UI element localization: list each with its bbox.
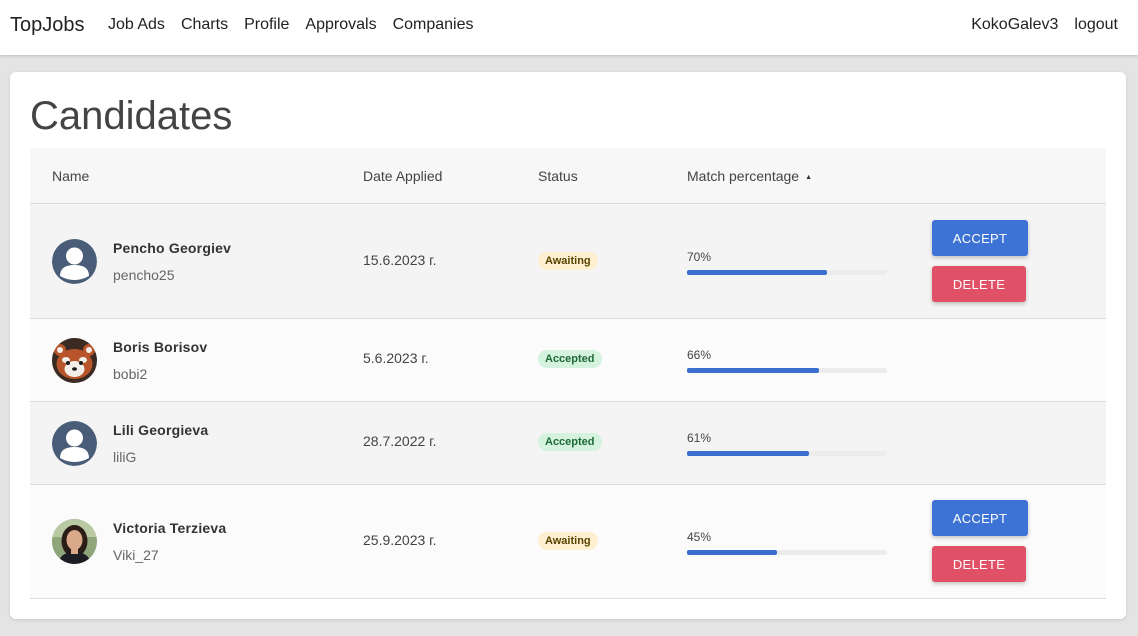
candidate-username: liliG — [113, 449, 137, 465]
table-header: Name Date Applied Status Match percentag… — [30, 148, 1106, 204]
table-row: Victoria Terzieva Viki_27 25.9.2023 г. A… — [30, 485, 1106, 599]
table-row: Lili Georgieva liliG 28.7.2022 г. Accept… — [30, 402, 1106, 485]
match-progress-fill — [687, 550, 777, 555]
match-percentage-label: 61% — [687, 431, 712, 445]
candidate-name: Pencho Georgiev — [113, 240, 232, 256]
status-badge: Accepted — [538, 433, 602, 451]
status-badge: Accepted — [538, 350, 602, 368]
column-header-name[interactable]: Name — [52, 168, 89, 184]
match-progress-bar — [687, 368, 887, 373]
date-applied: 25.9.2023 г. — [363, 532, 437, 548]
date-applied: 5.6.2023 г. — [363, 350, 429, 366]
nav-link-profile[interactable]: Profile — [244, 16, 289, 34]
status-badge: Awaiting — [538, 532, 598, 550]
woman-portrait-avatar-icon — [52, 519, 97, 564]
candidate-username: pencho25 — [113, 267, 175, 283]
sort-ascending-icon: ▲ — [805, 174, 813, 181]
match-progress-bar — [687, 550, 887, 555]
candidate-username: bobi2 — [113, 366, 148, 382]
nav-link-charts[interactable]: Charts — [181, 16, 228, 34]
column-header-status[interactable]: Status — [538, 168, 578, 184]
match-percentage-label: 70% — [687, 250, 712, 264]
top-navbar: TopJobs Job Ads Charts Profile Approvals… — [0, 0, 1138, 55]
accept-button[interactable]: ACCEPT — [932, 500, 1028, 536]
table-row: Pencho Georgiev pencho25 15.6.2023 г. Aw… — [30, 204, 1106, 319]
candidate-name: Victoria Terzieva — [113, 520, 227, 536]
match-percentage-label: 45% — [687, 530, 712, 544]
column-header-match-label: Match percentage — [687, 168, 800, 184]
candidates-card: Candidates Name Date Applied Status Matc… — [10, 72, 1126, 619]
match-percentage-label: 66% — [687, 348, 712, 362]
default-user-avatar-icon — [52, 421, 97, 466]
candidate-username: Viki_27 — [113, 547, 159, 563]
status-badge: Awaiting — [538, 252, 598, 270]
candidates-table: Name Date Applied Status Match percentag… — [30, 148, 1106, 599]
match-progress-bar — [687, 451, 887, 456]
date-applied: 15.6.2023 г. — [363, 252, 437, 268]
nav-link-approvals[interactable]: Approvals — [305, 16, 376, 34]
nav-user-area: KokoGalev3 logout — [955, 16, 1118, 34]
default-user-avatar-icon — [52, 239, 97, 284]
table-row: Boris Borisov bobi2 5.6.2023 г. Accepted… — [30, 319, 1106, 402]
match-progress-fill — [687, 368, 819, 373]
delete-button[interactable]: DELETE — [932, 266, 1026, 302]
logout-link[interactable]: logout — [1074, 16, 1118, 34]
accept-button[interactable]: ACCEPT — [932, 220, 1028, 256]
candidate-name: Lili Georgieva — [113, 422, 209, 438]
match-progress-fill — [687, 270, 827, 275]
brand-logo-link[interactable]: TopJobs — [10, 14, 85, 37]
date-applied: 28.7.2022 г. — [363, 433, 437, 449]
red-panda-avatar-icon — [52, 338, 97, 383]
delete-button[interactable]: DELETE — [932, 546, 1026, 582]
nav-link-companies[interactable]: Companies — [393, 16, 474, 34]
match-progress-fill — [687, 451, 809, 456]
nav-links: Job Ads Charts Profile Approvals Compani… — [108, 16, 490, 34]
candidate-name: Boris Borisov — [113, 339, 208, 355]
column-header-date-applied[interactable]: Date Applied — [363, 168, 442, 184]
page-title: Candidates — [30, 94, 233, 138]
nav-link-job-ads[interactable]: Job Ads — [108, 16, 165, 34]
column-header-match-percentage[interactable]: Match percentage ▲ — [687, 168, 812, 184]
current-user-link[interactable]: KokoGalev3 — [971, 16, 1058, 34]
match-progress-bar — [687, 270, 887, 275]
